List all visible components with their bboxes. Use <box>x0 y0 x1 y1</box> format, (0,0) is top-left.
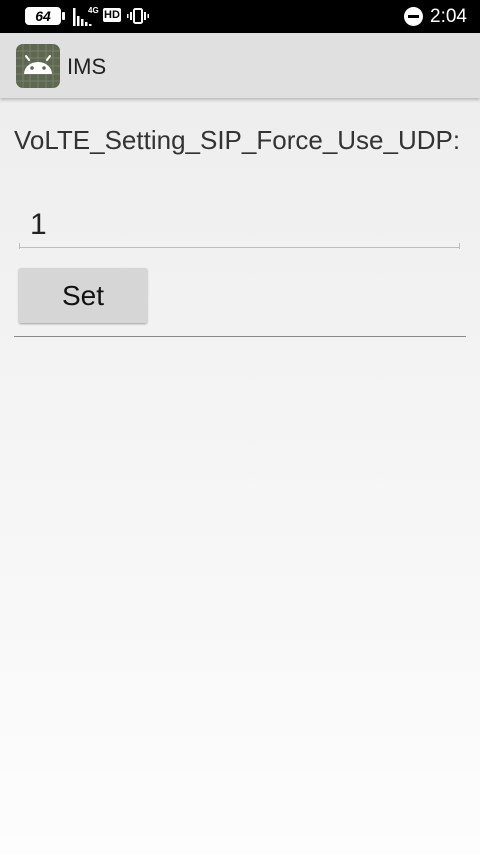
android-icon <box>16 44 60 88</box>
status-bar: 64 4G HD 2:04 <box>0 0 480 33</box>
network-type: 4G <box>88 6 99 15</box>
battery-tip <box>62 12 65 20</box>
do-not-disturb-icon <box>404 7 423 26</box>
app-bar: IMS <box>0 33 480 98</box>
input-underline-right-tick <box>459 243 460 249</box>
hd-badge: HD <box>103 8 121 22</box>
vibrate-icon <box>127 8 149 24</box>
setting-value-input[interactable] <box>19 202 460 248</box>
setting-label: VoLTE_Setting_SIP_Force_Use_UDP: <box>14 125 461 155</box>
status-time: 2:04 <box>430 6 467 27</box>
app-title: IMS <box>67 54 107 79</box>
battery-level: 64 <box>35 8 51 24</box>
set-button[interactable]: Set <box>19 268 147 323</box>
battery-icon: 64 <box>25 7 61 25</box>
signal-icon: 4G <box>73 6 99 26</box>
input-underline-left-tick <box>19 243 20 249</box>
divider <box>14 336 466 337</box>
